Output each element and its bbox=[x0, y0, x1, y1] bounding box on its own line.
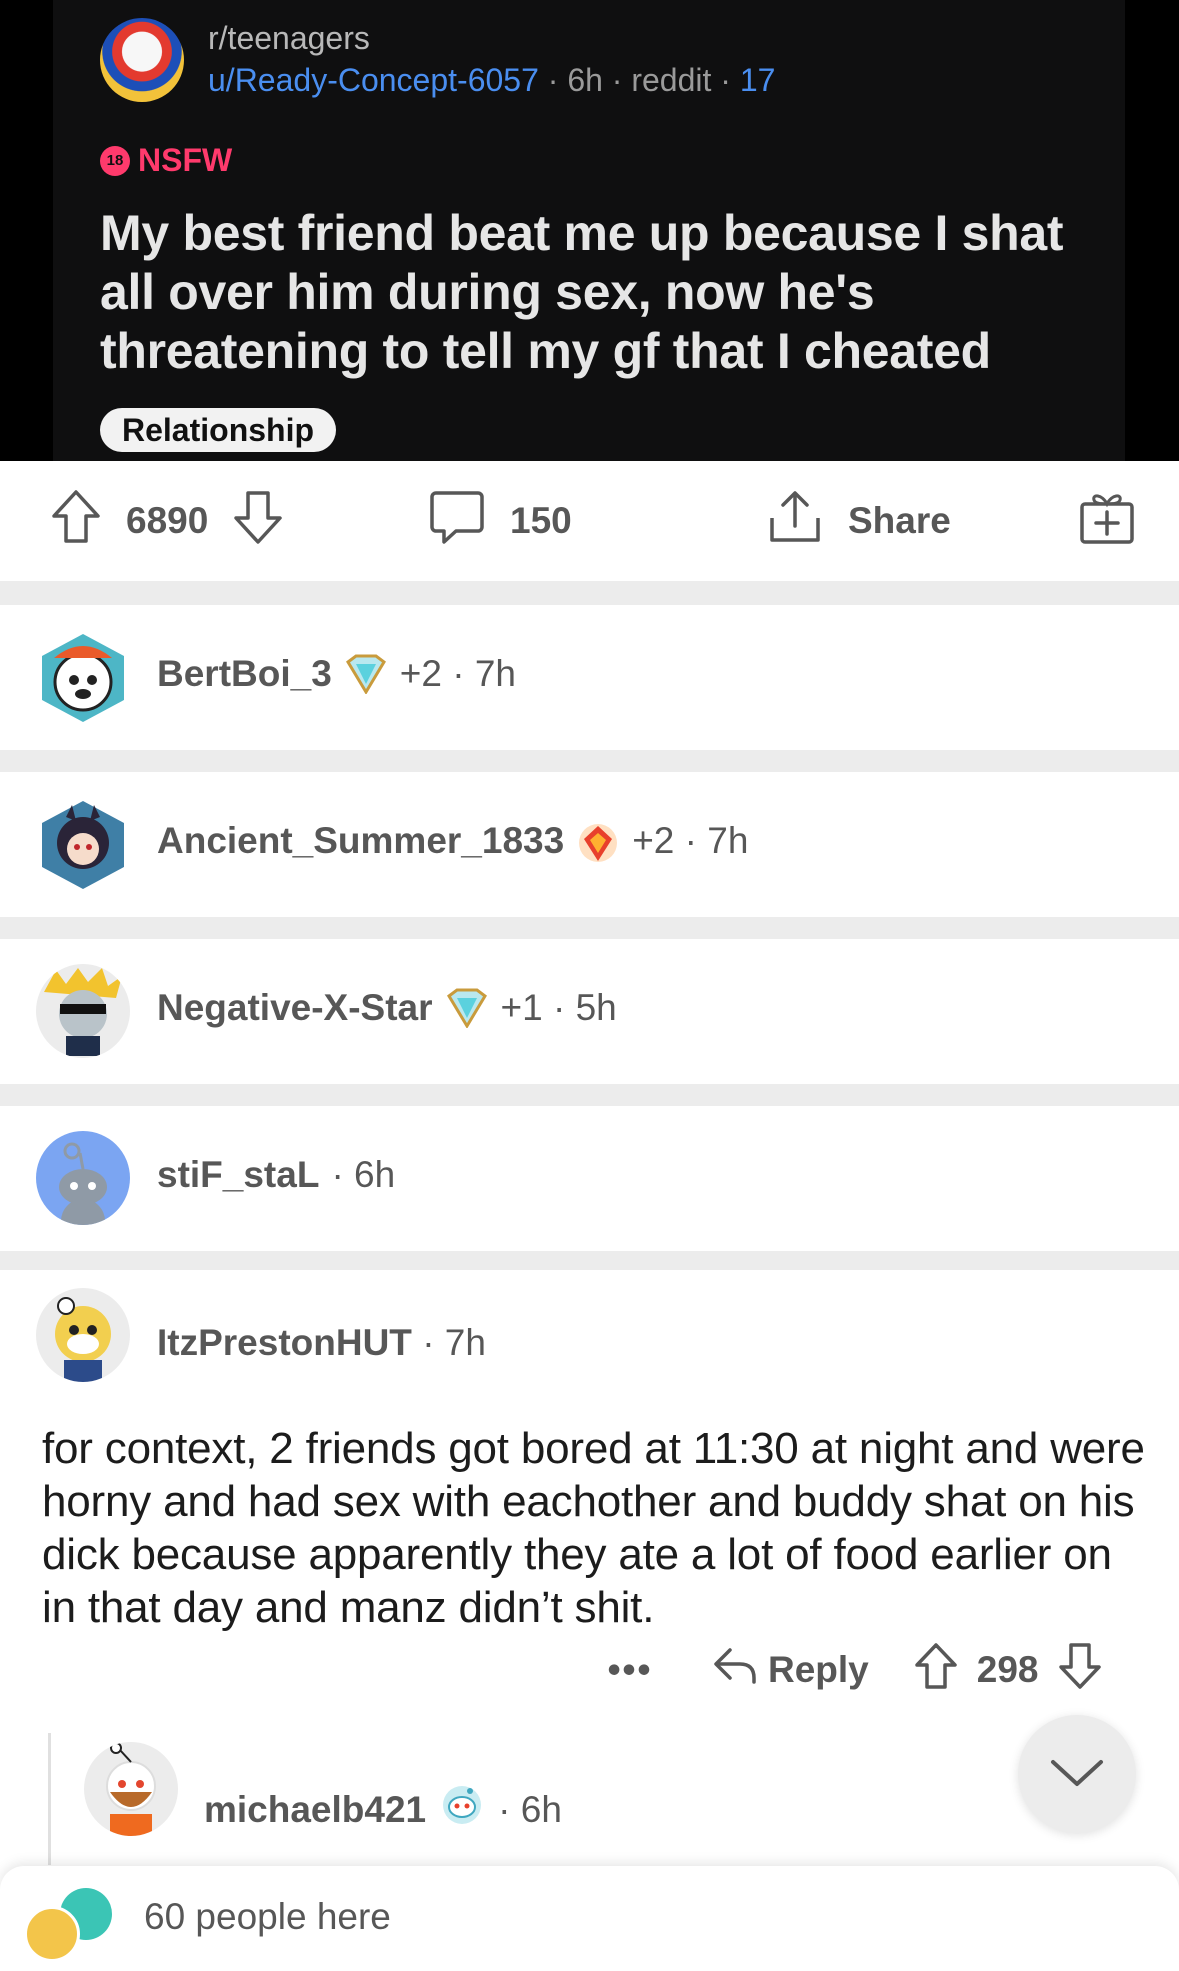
section-divider bbox=[0, 1084, 1179, 1106]
diamond-award-icon[interactable] bbox=[344, 654, 388, 695]
comment-author[interactable]: michaelb421 bbox=[204, 1789, 426, 1831]
comment-author[interactable]: Ancient_Summer_1833 bbox=[157, 820, 564, 862]
comment-age: · 7h bbox=[422, 1322, 486, 1363]
share-button[interactable]: Share bbox=[766, 490, 951, 551]
gift-icon bbox=[1078, 488, 1136, 555]
comment-author-row: Negative-X-Star +1 · 5h bbox=[157, 987, 617, 1029]
upvote-icon[interactable] bbox=[50, 489, 102, 554]
avatar[interactable] bbox=[84, 1742, 178, 1836]
comment-actions: ••• Reply 298 bbox=[600, 1640, 1103, 1700]
comment-author[interactable]: Negative-X-Star bbox=[157, 987, 433, 1029]
collapsed-comment[interactable]: Ancient_Summer_1833 +2 · 7h bbox=[0, 772, 1179, 917]
collapsed-comment[interactable]: stiF_staL · 6h bbox=[0, 1106, 1179, 1251]
avatar[interactable] bbox=[36, 1131, 130, 1225]
avatar bbox=[24, 1906, 80, 1962]
comments-button[interactable]: 150 bbox=[428, 489, 572, 554]
section-divider bbox=[0, 1251, 1179, 1270]
downvote-icon[interactable] bbox=[232, 489, 284, 554]
comment-score: 298 bbox=[976, 1649, 1039, 1690]
post-age: 6h bbox=[567, 62, 603, 98]
nsfw-tag: 18 NSFW bbox=[100, 142, 232, 179]
post-score: 6890 bbox=[126, 500, 209, 541]
vote-controls: 6890 bbox=[50, 489, 284, 554]
snoo-award-icon[interactable] bbox=[440, 1783, 484, 1836]
post-awards-count[interactable]: 17 bbox=[740, 62, 776, 98]
award-button[interactable] bbox=[1078, 491, 1136, 551]
post-flair[interactable]: Relationship bbox=[100, 408, 337, 452]
comment-author[interactable]: BertBoi_3 bbox=[157, 653, 332, 695]
section-divider bbox=[0, 581, 1179, 605]
section-divider bbox=[0, 750, 1179, 772]
avatar[interactable] bbox=[36, 1288, 130, 1382]
thread-line[interactable] bbox=[48, 1733, 51, 1865]
comment-author[interactable]: ItzPrestonHUT bbox=[157, 1322, 412, 1363]
comment-age: · 6h bbox=[498, 1788, 562, 1830]
upvote-icon[interactable] bbox=[913, 1642, 959, 1699]
avatar[interactable] bbox=[36, 964, 130, 1058]
chevron-down-icon bbox=[1049, 1756, 1105, 1793]
section-divider bbox=[0, 917, 1179, 939]
expanded-comment: ItzPrestonHUT · 7h for context, 2 friend… bbox=[0, 1270, 1179, 1770]
comment-extra: · 6h bbox=[331, 1154, 396, 1195]
reply-button[interactable]: Reply bbox=[712, 1646, 869, 1695]
avatar[interactable] bbox=[36, 630, 130, 724]
post-source: reddit bbox=[631, 62, 712, 98]
presence-count: 60 people here bbox=[144, 1896, 391, 1937]
subreddit-avatar[interactable] bbox=[100, 18, 184, 102]
post-action-bar: 6890 150 Share bbox=[0, 461, 1179, 581]
collapsed-comment[interactable]: Negative-X-Star +1 · 5h bbox=[0, 939, 1179, 1084]
comment-vote-controls: 298 bbox=[913, 1642, 1103, 1699]
share-label: Share bbox=[848, 500, 951, 541]
comment-body: for context, 2 friends got bored at 11:3… bbox=[42, 1424, 1145, 1632]
collapsed-comment[interactable]: BertBoi_3 +2 · 7h bbox=[0, 605, 1179, 750]
comment-author-row: ItzPrestonHUT · 7h bbox=[157, 1322, 486, 1364]
scroll-next-button[interactable] bbox=[1018, 1715, 1136, 1833]
reply-icon bbox=[712, 1646, 758, 1695]
post-meta: u/Ready-Concept-6057 · 6h · reddit · 17 bbox=[208, 62, 776, 98]
fire-gem-award-icon[interactable] bbox=[576, 821, 620, 862]
comment-author-row: BertBoi_3 +2 · 7h bbox=[157, 653, 516, 695]
presence-avatars bbox=[24, 1888, 124, 1962]
nsfw-label: NSFW bbox=[138, 142, 233, 178]
child-comment[interactable]: michaelb421 · 6h bbox=[0, 1725, 1179, 1865]
post-author[interactable]: u/Ready-Concept-6057 bbox=[208, 62, 539, 98]
comment-author-row: stiF_staL · 6h bbox=[157, 1154, 395, 1196]
post-header: r/teenagers u/Ready-Concept-6057 · 6h · … bbox=[0, 0, 1179, 461]
presence-bar[interactable]: 60 people here bbox=[0, 1866, 1179, 1971]
comment-count: 150 bbox=[510, 500, 572, 541]
nsfw-18-icon: 18 bbox=[100, 145, 130, 176]
avatar[interactable] bbox=[36, 797, 130, 891]
comment-extra: +2 · 7h bbox=[399, 653, 517, 694]
more-options-button[interactable]: ••• bbox=[600, 1649, 660, 1691]
comment-bubble-icon bbox=[428, 489, 486, 554]
share-icon bbox=[766, 488, 824, 555]
comment-extra: +2 · 7h bbox=[632, 820, 749, 861]
comment-author-row: michaelb421 · 6h bbox=[204, 1783, 562, 1836]
diamond-award-icon[interactable] bbox=[445, 988, 489, 1029]
comment-extra: +1 · 5h bbox=[500, 987, 617, 1028]
comment-author[interactable]: stiF_staL bbox=[157, 1154, 319, 1196]
post-title[interactable]: My best friend beat me up because I shat… bbox=[100, 204, 1090, 381]
subreddit-name[interactable]: r/teenagers bbox=[208, 20, 370, 57]
downvote-icon[interactable] bbox=[1057, 1642, 1103, 1699]
reply-label: Reply bbox=[768, 1649, 869, 1690]
comment-author-row: Ancient_Summer_1833 +2 · 7h bbox=[157, 820, 748, 862]
